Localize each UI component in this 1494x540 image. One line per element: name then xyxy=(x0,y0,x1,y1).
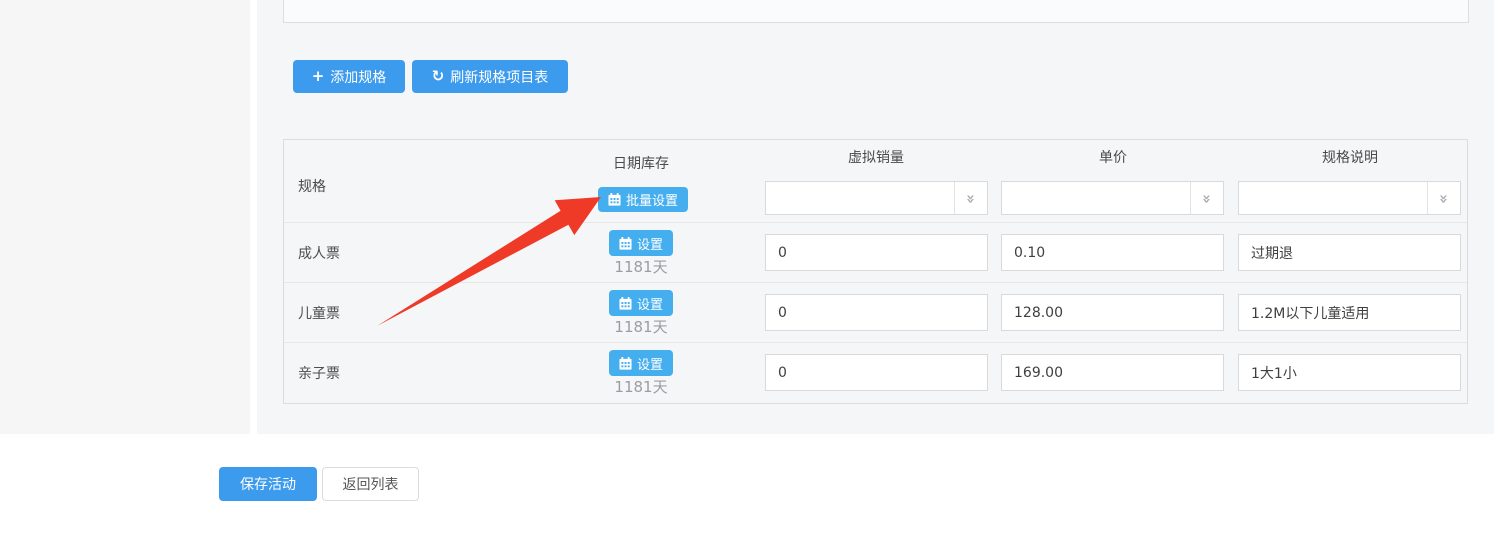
set-stock-button[interactable]: 设置 xyxy=(609,350,673,376)
left-sidebar xyxy=(0,0,250,434)
unit-price-input[interactable] xyxy=(1001,294,1224,331)
batch-virtual-sales-group: » xyxy=(765,181,988,215)
apply-unit-price-button[interactable]: » xyxy=(1189,182,1223,214)
batch-set-label: 批量设置 xyxy=(625,194,678,209)
col-header-date-stock: 日期库存 xyxy=(613,156,669,172)
spec-desc-input[interactable] xyxy=(1238,354,1461,391)
batch-virtual-sales-input[interactable] xyxy=(766,182,954,214)
stock-days: 1181天 xyxy=(614,318,668,336)
spec-name: 儿童票 xyxy=(298,305,340,322)
content-panel: + 添加规格 ↻ 刷新规格项目表 规格 日期库存 虚拟销量 单价 规格说明 批量… xyxy=(257,0,1494,434)
unit-price-input[interactable] xyxy=(1001,354,1224,391)
upper-form-section xyxy=(283,0,1469,23)
add-spec-label: 添加规格 xyxy=(330,69,387,86)
set-stock-label: 设置 xyxy=(636,297,663,313)
spec-name: 成人票 xyxy=(298,245,340,262)
spec-row-family: 亲子票 设置 1181天 xyxy=(284,343,1467,403)
double-chevron-down-icon: » xyxy=(1434,194,1453,202)
add-spec-button[interactable]: + 添加规格 xyxy=(293,60,405,93)
virtual-sales-input[interactable] xyxy=(765,354,988,391)
spec-desc-input[interactable] xyxy=(1238,294,1461,331)
back-to-list-button[interactable]: 返回列表 xyxy=(322,467,419,501)
refresh-spec-button[interactable]: ↻ 刷新规格项目表 xyxy=(412,60,568,93)
batch-unit-price-input[interactable] xyxy=(1002,182,1190,214)
calendar-icon xyxy=(619,356,632,370)
spec-row-adult: 成人票 设置 1181天 xyxy=(284,223,1467,283)
col-header-unit-price: 单价 xyxy=(1099,150,1127,166)
col-header-spec-desc: 规格说明 xyxy=(1322,150,1378,166)
refresh-spec-label: 刷新规格项目表 xyxy=(450,69,549,86)
col-header-spec: 规格 xyxy=(298,179,326,195)
batch-spec-desc-group: » xyxy=(1238,181,1461,215)
spec-table: 规格 日期库存 虚拟销量 单价 规格说明 批量设置 » » » 成人票 设置 1… xyxy=(283,139,1468,404)
set-stock-button[interactable]: 设置 xyxy=(609,230,673,256)
spec-name: 亲子票 xyxy=(298,366,340,382)
refresh-icon: ↻ xyxy=(431,67,445,85)
calendar-icon xyxy=(608,193,621,206)
batch-unit-price-group: » xyxy=(1001,181,1224,215)
unit-price-input[interactable] xyxy=(1001,234,1224,271)
stock-days: 1181天 xyxy=(614,378,668,396)
spec-row-child: 儿童票 设置 1181天 xyxy=(284,283,1467,343)
set-stock-label: 设置 xyxy=(636,357,663,373)
apply-virtual-sales-button[interactable]: » xyxy=(953,182,987,214)
save-activity-label: 保存活动 xyxy=(240,477,296,493)
apply-spec-desc-button[interactable]: » xyxy=(1426,182,1460,214)
back-to-list-label: 返回列表 xyxy=(342,477,399,493)
set-stock-label: 设置 xyxy=(636,237,663,253)
double-chevron-down-icon: » xyxy=(1197,194,1216,202)
virtual-sales-input[interactable] xyxy=(765,234,988,271)
spec-desc-input[interactable] xyxy=(1238,234,1461,271)
col-header-virtual-sales: 虚拟销量 xyxy=(848,150,904,166)
batch-set-button[interactable]: 批量设置 xyxy=(598,187,688,212)
plus-icon: + xyxy=(311,67,325,85)
double-chevron-down-icon: » xyxy=(961,194,980,202)
save-activity-button[interactable]: 保存活动 xyxy=(219,467,317,501)
virtual-sales-input[interactable] xyxy=(765,294,988,331)
spec-table-header: 规格 日期库存 虚拟销量 单价 规格说明 批量设置 » » » xyxy=(284,140,1467,223)
calendar-icon xyxy=(619,296,632,310)
calendar-icon xyxy=(619,236,632,250)
batch-spec-desc-input[interactable] xyxy=(1239,182,1427,214)
set-stock-button[interactable]: 设置 xyxy=(609,290,673,316)
stock-days: 1181天 xyxy=(614,258,668,276)
page: + 添加规格 ↻ 刷新规格项目表 规格 日期库存 虚拟销量 单价 规格说明 批量… xyxy=(0,0,1494,540)
